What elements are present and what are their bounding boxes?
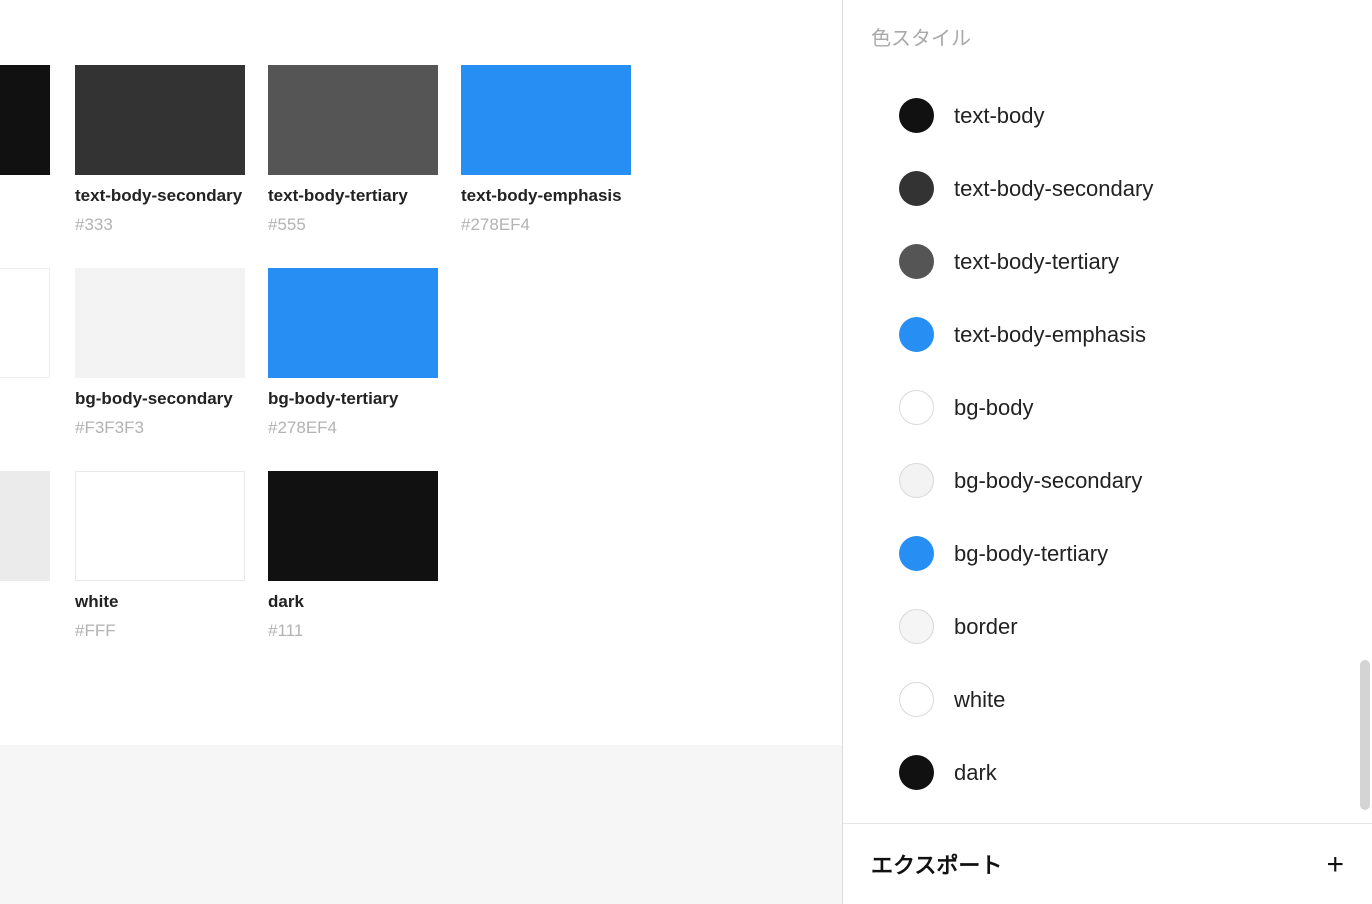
export-title: エクスポート <box>871 848 1002 880</box>
style-item-bg-body-secondary[interactable]: bg-body-secondary <box>871 444 1372 517</box>
color-name: text-body-tertiary <box>268 186 438 206</box>
color-circle-icon <box>899 755 934 790</box>
color-name: bg-body-tertiary <box>268 389 438 409</box>
color-circle-icon <box>899 244 934 279</box>
style-label: bg-body-secondary <box>954 468 1142 494</box>
style-item-text-body-tertiary[interactable]: text-body-tertiary <box>871 225 1372 298</box>
style-label: text-body-emphasis <box>954 322 1146 348</box>
color-swatch <box>268 471 438 581</box>
color-card[interactable]: dark #111 <box>268 471 438 641</box>
color-card[interactable]: white #FFF <box>75 471 245 641</box>
color-swatch <box>268 268 438 378</box>
style-item-text-body-emphasis[interactable]: text-body-emphasis <box>871 298 1372 371</box>
color-swatch <box>75 65 245 175</box>
color-name: text-body-emphasis <box>461 186 631 206</box>
color-card[interactable]: text-body-secondary #333 <box>75 65 245 235</box>
color-circle-icon <box>899 317 934 352</box>
color-name: bg-body-secondary <box>75 389 245 409</box>
style-label: dark <box>954 760 997 786</box>
color-circle-icon <box>899 536 934 571</box>
color-circle-icon <box>899 609 934 644</box>
color-styles-section: 色スタイル text-body text-body-secondary text… <box>843 0 1372 823</box>
style-label: border <box>954 614 1018 640</box>
color-swatch <box>461 65 631 175</box>
style-label: white <box>954 687 1005 713</box>
style-label: text-body <box>954 103 1045 129</box>
color-name: dark <box>268 592 438 612</box>
color-circle-icon <box>899 463 934 498</box>
canvas-frame: text-body-secondary #333 text-body-terti… <box>0 0 842 745</box>
style-item-bg-body-tertiary[interactable]: bg-body-tertiary <box>871 517 1372 590</box>
color-circle-icon <box>899 682 934 717</box>
color-card[interactable]: bg-body-tertiary #278EF4 <box>268 268 438 438</box>
scrollbar-thumb[interactable] <box>1360 660 1370 810</box>
style-item-bg-body[interactable]: bg-body <box>871 371 1372 444</box>
color-hex: #555 <box>268 215 438 235</box>
color-swatch-partial[interactable] <box>0 471 50 581</box>
color-swatch-partial[interactable] <box>0 268 50 378</box>
color-circle-icon <box>899 390 934 425</box>
canvas[interactable]: text-body-secondary #333 text-body-terti… <box>0 0 842 904</box>
style-label: text-body-secondary <box>954 176 1153 202</box>
section-header: 色スタイル <box>871 22 1372 51</box>
style-item-white[interactable]: white <box>871 663 1372 736</box>
inspector-panel: 色スタイル text-body text-body-secondary text… <box>842 0 1372 904</box>
style-item-dark[interactable]: dark <box>871 736 1372 809</box>
color-circle-icon <box>899 171 934 206</box>
color-name: text-body-secondary <box>75 186 245 206</box>
color-card[interactable]: text-body-tertiary #555 <box>268 65 438 235</box>
color-hex: #111 <box>268 621 438 641</box>
color-swatch-partial[interactable] <box>0 65 50 175</box>
style-item-text-body[interactable]: text-body <box>871 79 1372 152</box>
color-name: white <box>75 592 245 612</box>
color-swatch <box>75 471 245 581</box>
color-circle-icon <box>899 98 934 133</box>
color-card[interactable]: bg-body-secondary #F3F3F3 <box>75 268 245 438</box>
color-swatch <box>268 65 438 175</box>
color-swatch <box>75 268 245 378</box>
style-item-border[interactable]: border <box>871 590 1372 663</box>
color-hex: #FFF <box>75 621 245 641</box>
color-hex: #278EF4 <box>461 215 631 235</box>
color-hex: #F3F3F3 <box>75 418 245 438</box>
plus-icon[interactable]: + <box>1326 857 1344 872</box>
style-item-text-body-secondary[interactable]: text-body-secondary <box>871 152 1372 225</box>
style-label: bg-body <box>954 395 1034 421</box>
style-list: text-body text-body-secondary text-body-… <box>871 51 1372 809</box>
style-label: text-body-tertiary <box>954 249 1119 275</box>
export-section: エクスポート + <box>843 823 1372 904</box>
color-hex: #333 <box>75 215 245 235</box>
style-label: bg-body-tertiary <box>954 541 1108 567</box>
color-card[interactable]: text-body-emphasis #278EF4 <box>461 65 631 235</box>
color-hex: #278EF4 <box>268 418 438 438</box>
